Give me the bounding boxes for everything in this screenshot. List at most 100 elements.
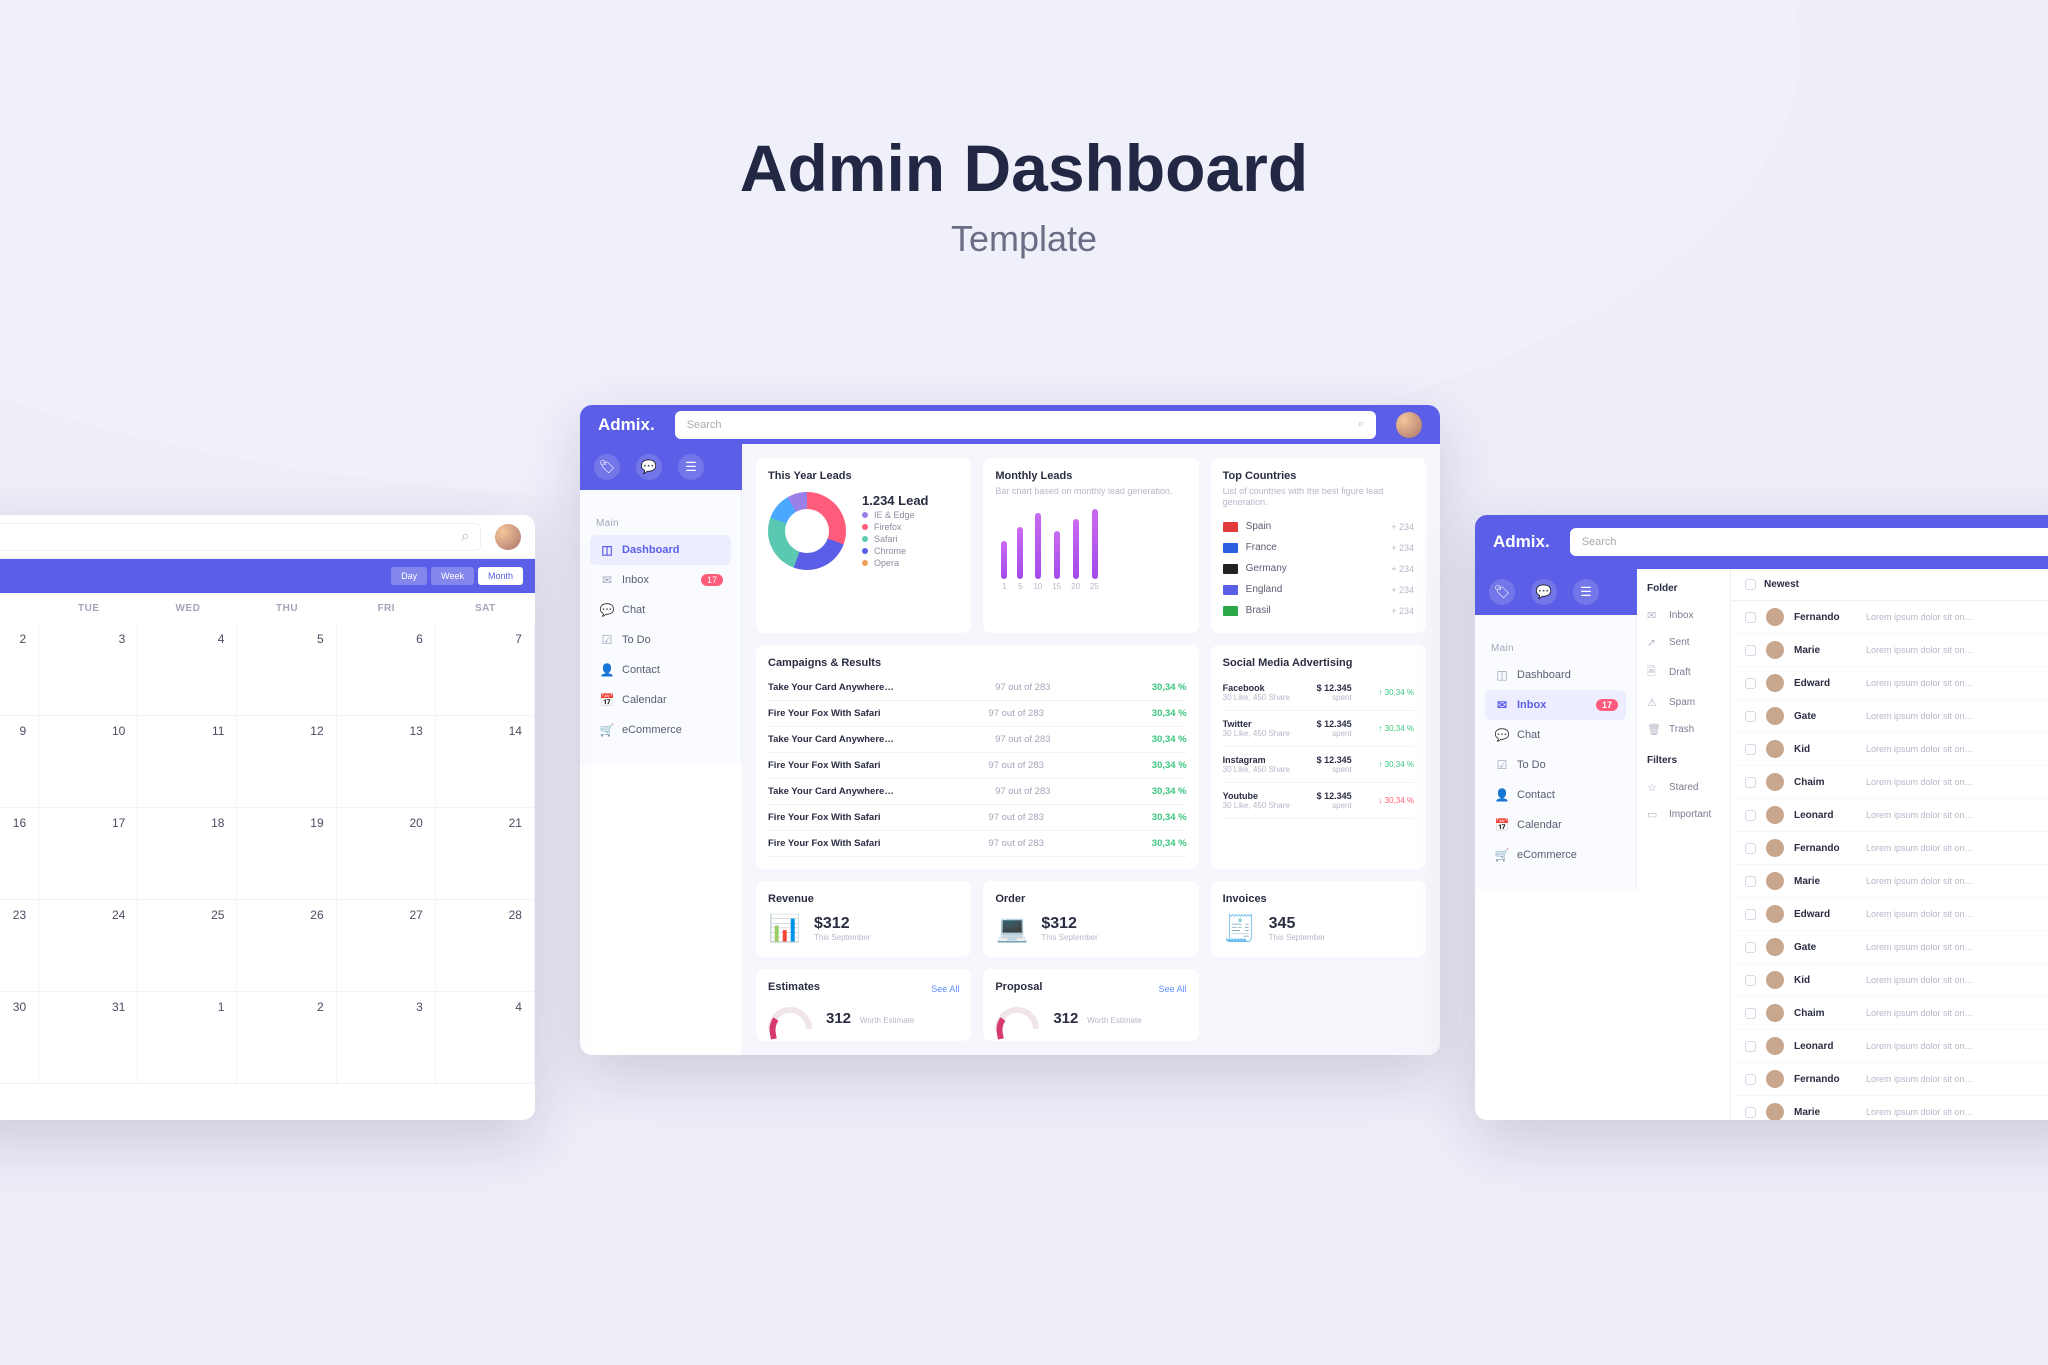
calendar-cell[interactable]: 4 xyxy=(436,992,535,1084)
avatar[interactable] xyxy=(1396,412,1422,438)
mail-row[interactable]: KidLorem ipsum dolor sit on… xyxy=(1731,733,2048,766)
folder-inbox[interactable]: ✉Inbox xyxy=(1647,602,1720,629)
sidebar-item-chat[interactable]: 💬Chat xyxy=(590,595,731,625)
checkbox[interactable] xyxy=(1745,645,1756,656)
checkbox[interactable] xyxy=(1745,843,1756,854)
estimates-see-all[interactable]: See All xyxy=(931,984,959,994)
calendar-cell[interactable]: 23 xyxy=(0,900,39,992)
filter-stared[interactable]: ☆Stared xyxy=(1647,774,1720,801)
proposal-see-all[interactable]: See All xyxy=(1159,984,1187,994)
checkbox[interactable] xyxy=(1745,711,1756,722)
mail-row[interactable]: MarieLorem ipsum dolor sit on… xyxy=(1731,1096,2048,1120)
checkbox[interactable] xyxy=(1745,1107,1756,1118)
folder-spam[interactable]: ⚠Spam xyxy=(1647,689,1720,716)
calendar-cell[interactable]: 7 xyxy=(436,624,535,716)
sidebar-item-contact[interactable]: 👤Contact xyxy=(590,655,731,685)
sidebar-item-ecommerce[interactable]: 🛒eCommerce xyxy=(590,715,731,745)
mail-row[interactable]: MarieLorem ipsum dolor sit on… xyxy=(1731,865,2048,898)
mail-row[interactable]: EdwardLorem ipsum dolor sit on… xyxy=(1731,667,2048,700)
calendar-cell[interactable]: 2 xyxy=(237,992,336,1084)
tag-icon[interactable]: 🏷 xyxy=(594,454,620,480)
sidebar-item-chat[interactable]: 💬Chat xyxy=(1485,720,1626,750)
checkbox[interactable] xyxy=(1745,810,1756,821)
view-day[interactable]: Day xyxy=(391,567,427,585)
calendar-cell[interactable]: 24 xyxy=(39,900,138,992)
mail-row[interactable]: GateLorem ipsum dolor sit on… xyxy=(1731,931,2048,964)
mail-row[interactable]: ChaimLorem ipsum dolor sit on… xyxy=(1731,766,2048,799)
calendar-cell[interactable]: 13 xyxy=(337,716,436,808)
checkbox[interactable] xyxy=(1745,678,1756,689)
calendar-cell[interactable]: 19 xyxy=(237,808,336,900)
sidebar-item-ecommerce[interactable]: 🛒eCommerce xyxy=(1485,840,1626,870)
checkbox[interactable] xyxy=(1745,909,1756,920)
mail-row[interactable]: EdwardLorem ipsum dolor sit on… xyxy=(1731,898,2048,931)
mail-row[interactable]: LeonardLorem ipsum dolor sit on… xyxy=(1731,1030,2048,1063)
calendar-cell[interactable]: 25 xyxy=(138,900,237,992)
calendar-cell[interactable]: 26 xyxy=(237,900,336,992)
calendar-cell[interactable]: 31 xyxy=(39,992,138,1084)
checkbox[interactable] xyxy=(1745,876,1756,887)
folder-trash[interactable]: 🗑Trash xyxy=(1647,716,1720,743)
view-month[interactable]: Month xyxy=(478,567,523,585)
chat-icon[interactable]: 💬 xyxy=(636,454,662,480)
calendar-cell[interactable]: 18 xyxy=(138,808,237,900)
folder-sent[interactable]: ➚Sent xyxy=(1647,629,1720,656)
checkbox[interactable] xyxy=(1745,975,1756,986)
chat-icon[interactable]: 💬 xyxy=(1531,579,1557,605)
mail-row[interactable]: FernandoLorem ipsum dolor sit on… xyxy=(1731,601,2048,634)
calendar-cell[interactable]: 2 xyxy=(0,624,39,716)
checkbox[interactable] xyxy=(1745,1041,1756,1052)
calendar-cell[interactable]: 9 xyxy=(0,716,39,808)
calendar-cell[interactable]: 27 xyxy=(337,900,436,992)
calendar-cell[interactable]: 5 xyxy=(237,624,336,716)
calendar-cell[interactable]: 4 xyxy=(138,624,237,716)
mail-row[interactable]: FernandoLorem ipsum dolor sit on… xyxy=(1731,832,2048,865)
sidebar-item-contact[interactable]: 👤Contact xyxy=(1485,780,1626,810)
sidebar-item-calendar[interactable]: 📅Calendar xyxy=(1485,810,1626,840)
calendar-cell[interactable]: 21 xyxy=(436,808,535,900)
mail-row[interactable]: FernandoLorem ipsum dolor sit on… xyxy=(1731,1063,2048,1096)
filter-important[interactable]: ▭Important xyxy=(1647,801,1720,828)
search-input[interactable]: Search xyxy=(1570,528,2048,556)
calendar-cell[interactable]: 28 xyxy=(436,900,535,992)
sidebar-item-inbox[interactable]: ✉Inbox17 xyxy=(590,565,731,595)
sidebar-item-calendar[interactable]: 📅Calendar xyxy=(590,685,731,715)
avatar[interactable] xyxy=(495,524,521,550)
newest-header[interactable]: Newest xyxy=(1731,569,2048,601)
mail-row[interactable]: ChaimLorem ipsum dolor sit on… xyxy=(1731,997,2048,1030)
sidebar-item-dashboard[interactable]: ◫Dashboard xyxy=(1485,660,1626,690)
calendar-cell[interactable]: 3 xyxy=(337,992,436,1084)
checkbox[interactable] xyxy=(1745,1074,1756,1085)
calendar-cell[interactable]: 20 xyxy=(337,808,436,900)
folder-draft[interactable]: 🗎Draft xyxy=(1647,656,1720,689)
checkbox[interactable] xyxy=(1745,942,1756,953)
calendar-cell[interactable]: 12 xyxy=(237,716,336,808)
sidebar-item-inbox[interactable]: ✉Inbox17 xyxy=(1485,690,1626,720)
calendar-cell[interactable]: 11 xyxy=(138,716,237,808)
tag-icon[interactable]: 🏷 xyxy=(1489,579,1515,605)
calendar-cell[interactable]: 6 xyxy=(337,624,436,716)
calendar-cell[interactable]: 10 xyxy=(39,716,138,808)
checkbox[interactable] xyxy=(1745,612,1756,623)
calendar-cell[interactable]: 3 xyxy=(39,624,138,716)
sidebar-item-to-do[interactable]: ☑To Do xyxy=(590,625,731,655)
menu-icon[interactable]: ☰ xyxy=(1573,579,1599,605)
search-input[interactable]: Search ⌕ xyxy=(675,411,1376,439)
calendar-cell[interactable]: 14 xyxy=(436,716,535,808)
checkbox[interactable] xyxy=(1745,1008,1756,1019)
calendar-cell[interactable]: 1 xyxy=(138,992,237,1084)
sidebar-item-to-do[interactable]: ☑To Do xyxy=(1485,750,1626,780)
search-input[interactable]: ⌕ xyxy=(0,523,481,551)
checkbox[interactable] xyxy=(1745,744,1756,755)
mail-row[interactable]: MarieLorem ipsum dolor sit on… xyxy=(1731,634,2048,667)
checkbox-all[interactable] xyxy=(1745,579,1756,590)
mail-row[interactable]: KidLorem ipsum dolor sit on… xyxy=(1731,964,2048,997)
mail-row[interactable]: LeonardLorem ipsum dolor sit on… xyxy=(1731,799,2048,832)
calendar-cell[interactable]: 16 xyxy=(0,808,39,900)
checkbox[interactable] xyxy=(1745,777,1756,788)
calendar-cell[interactable]: 17 xyxy=(39,808,138,900)
sidebar-item-dashboard[interactable]: ◫Dashboard xyxy=(590,535,731,565)
mail-row[interactable]: GateLorem ipsum dolor sit on… xyxy=(1731,700,2048,733)
view-week[interactable]: Week xyxy=(431,567,474,585)
menu-icon[interactable]: ☰ xyxy=(678,454,704,480)
